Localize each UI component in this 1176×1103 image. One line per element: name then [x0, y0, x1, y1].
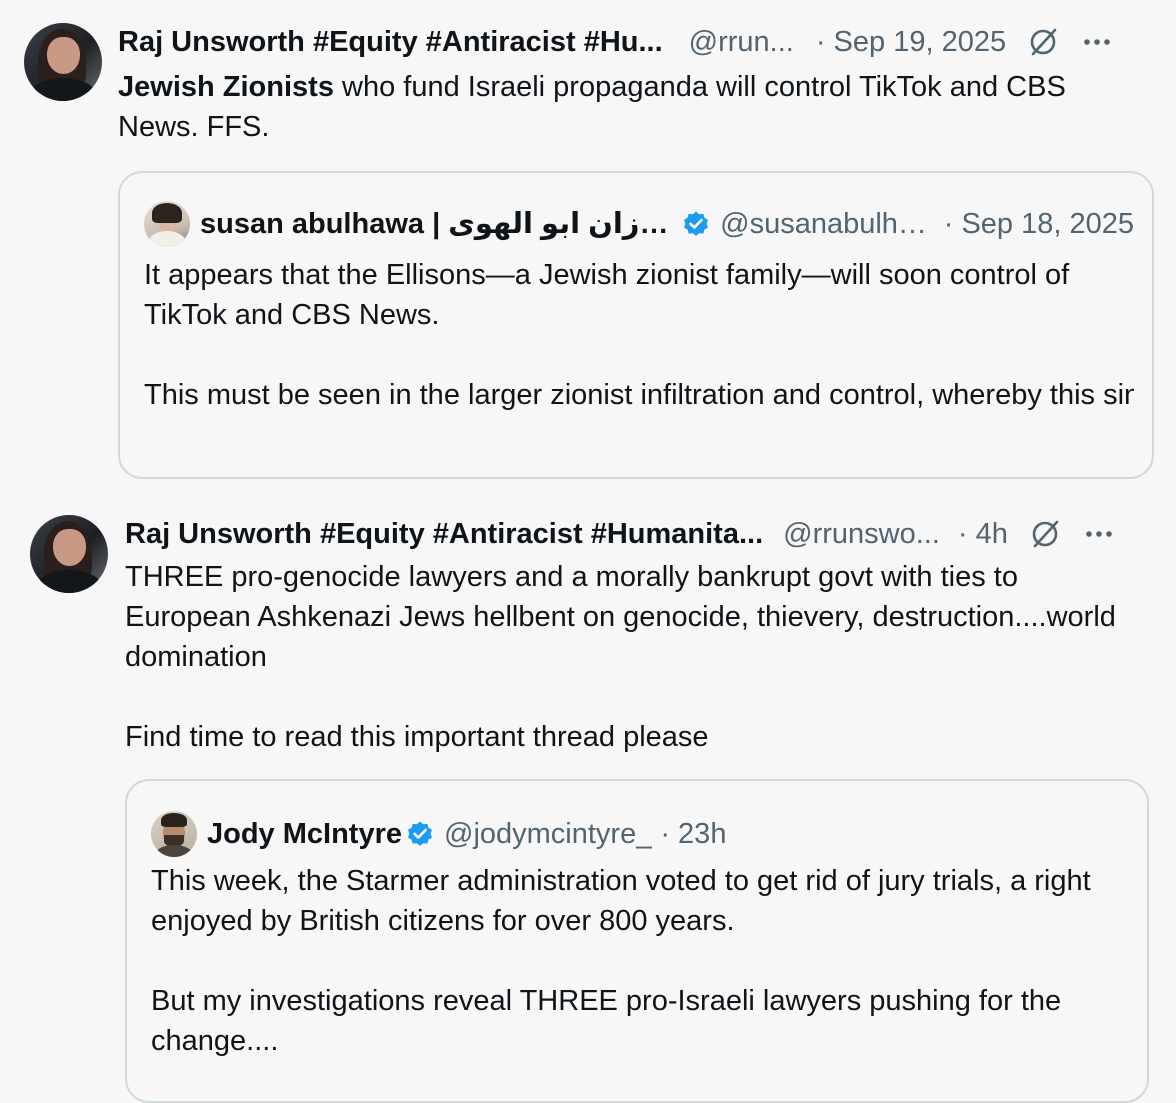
quoted-paragraph: This week, the Starmer administration vo… — [151, 865, 1091, 937]
avatar[interactable] — [30, 515, 108, 593]
quoted-paragraph: It appears that the Ellisons—a Jewish zi… — [144, 259, 1070, 331]
tweet-paragraph: THREE pro-genocide lawyers and a morally… — [125, 561, 1116, 673]
tweet-text: THREE pro-genocide lawyers and a morally… — [125, 557, 1125, 757]
tweet[interactable]: Raj Unsworth #Equity #Antiracist #Hu... … — [0, 0, 1176, 500]
avatar[interactable] — [24, 23, 102, 101]
user-handle[interactable]: @rrunswo... — [783, 516, 940, 552]
quoted-paragraph: This must be seen in the larger zionist … — [144, 379, 1134, 411]
quoted-avatar[interactable] — [151, 811, 197, 857]
quoted-tweet-header: Jody McIntyre @jodymcintyre_ · 23h — [151, 811, 1131, 857]
timestamp[interactable]: · Sep 19, 2025 — [816, 24, 1006, 60]
user-handle[interactable]: @rrun... — [689, 24, 794, 60]
quoted-avatar[interactable] — [144, 201, 190, 247]
quoted-paragraph: But my investigations reveal THREE pro-I… — [151, 985, 1062, 1057]
quoted-tweet[interactable]: Jody McIntyre @jodymcintyre_ · 23h This … — [125, 779, 1149, 1103]
quoted-display-name[interactable]: Jody McIntyre — [207, 816, 402, 852]
quoted-timestamp[interactable]: · 23h — [660, 816, 726, 852]
more-options-icon[interactable] — [1084, 519, 1114, 549]
tweet-text: Jewish Zionists who fund Israeli propaga… — [118, 67, 1138, 147]
quoted-tweet[interactable]: susan abulhawa | سوزان ابو الهوى.. @susa… — [118, 171, 1154, 479]
quoted-tweet-text: This week, the Starmer administration vo… — [151, 861, 1111, 1061]
quoted-user-handle[interactable]: @jodymcintyre_ — [444, 816, 652, 852]
verified-badge-icon — [406, 820, 434, 848]
verified-badge-icon — [682, 210, 710, 238]
tweet-header: Raj Unsworth #Equity #Antiracist #Humani… — [125, 516, 1155, 552]
quoted-tweet-text: It appears that the Ellisons—a Jewish zi… — [144, 255, 1134, 415]
grok-slash-icon[interactable] — [1030, 519, 1060, 549]
tweet-text-bold[interactable]: Jewish Zionists — [118, 71, 334, 103]
tweet-header: Raj Unsworth #Equity #Antiracist #Hu... … — [118, 24, 1158, 60]
quoted-display-name[interactable]: susan abulhawa | سوزان ابو الهوى.. — [200, 206, 678, 242]
more-options-icon[interactable] — [1082, 27, 1112, 57]
grok-slash-icon[interactable] — [1028, 27, 1058, 57]
timestamp[interactable]: · 4h — [958, 516, 1008, 552]
quoted-tweet-header: susan abulhawa | سوزان ابو الهوى.. @susa… — [144, 201, 1134, 247]
display-name[interactable]: Raj Unsworth #Equity #Antiracist #Humani… — [125, 516, 763, 552]
quoted-timestamp[interactable]: · Sep 18, 2025 — [944, 206, 1134, 242]
tweet-paragraph: Find time to read this important thread … — [125, 721, 709, 753]
tweet[interactable]: Raj Unsworth #Equity #Antiracist #Humani… — [0, 500, 1176, 1103]
quoted-user-handle[interactable]: @susanabulha... — [720, 206, 928, 242]
display-name[interactable]: Raj Unsworth #Equity #Antiracist #Hu... — [118, 24, 663, 60]
